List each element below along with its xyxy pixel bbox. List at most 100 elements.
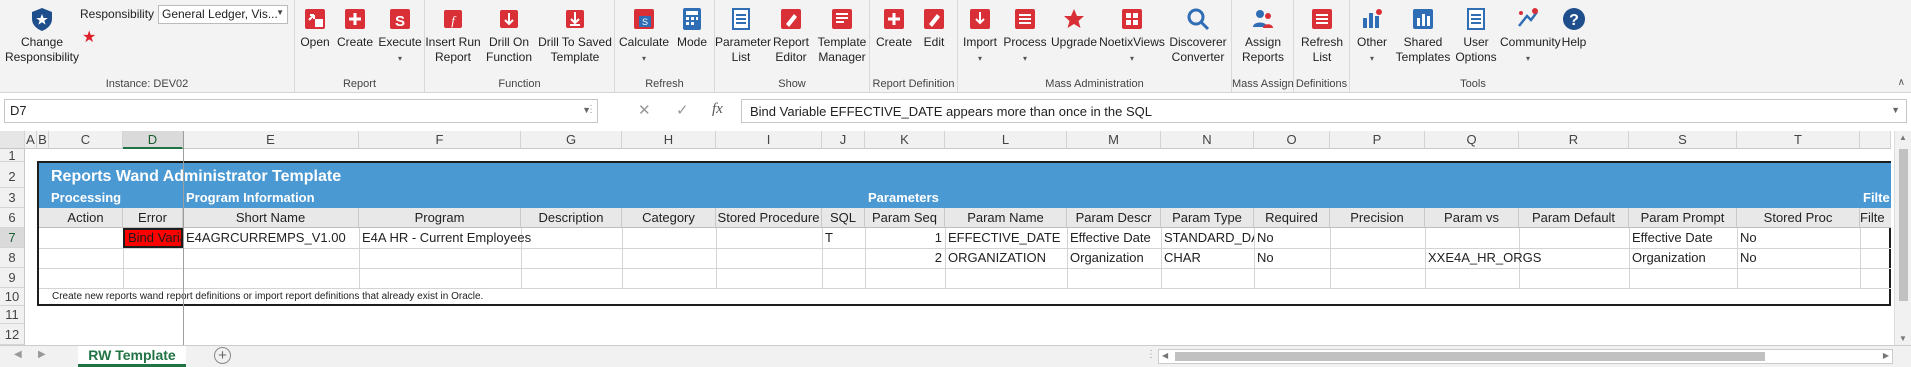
cell-param-type-7[interactable]: STANDARD_DAT [1161, 228, 1254, 247]
worksheet-grid[interactable]: A B C D E F G H I J K L M N O P Q R S T … [0, 131, 1911, 345]
noetixviews-button[interactable]: NoetixViews ▾ [1098, 6, 1166, 66]
cell-sql-7[interactable]: T [822, 228, 865, 247]
column-header-m[interactable]: M [1067, 131, 1161, 149]
row-header-1[interactable]: 1 [0, 149, 25, 162]
row-header-2[interactable]: 2 [0, 162, 25, 188]
column-header-k[interactable]: K [865, 131, 945, 149]
scroll-down-icon[interactable]: ▼ [1899, 334, 1907, 343]
cell-param-type-8[interactable]: CHAR [1161, 248, 1254, 267]
column-header-o[interactable]: O [1254, 131, 1330, 149]
upgrade-button[interactable]: Upgrade [1050, 6, 1098, 50]
tab-scroll-left-icon[interactable]: ◀ [14, 349, 22, 360]
name-box[interactable]: D7 ▼ [4, 99, 598, 123]
cell-param-prompt-7[interactable]: Effective Date [1629, 228, 1737, 247]
row-header-12[interactable]: 12 [0, 324, 25, 345]
column-header-l[interactable]: L [945, 131, 1067, 149]
vertical-scrollbar[interactable]: ▲ ▼ [1894, 131, 1911, 345]
cell-short-name-7[interactable]: E4AGRCURREMPS_V1.00 [183, 228, 359, 247]
discoverer-converter-button[interactable]: Discoverer Converter [1166, 6, 1230, 65]
cell-stored-proc-7[interactable]: No [1737, 228, 1860, 247]
formula-input[interactable]: Bind Variable EFFECTIVE_DATE appears mor… [741, 99, 1907, 123]
cell-param-prompt-8[interactable]: Organization [1629, 248, 1737, 267]
column-header-t[interactable]: T [1737, 131, 1860, 149]
column-header-p[interactable]: P [1330, 131, 1425, 149]
cell-program-7[interactable]: E4A HR - Current Employees [359, 228, 531, 247]
column-header-d[interactable]: D [123, 131, 183, 149]
cell-required-8[interactable]: No [1254, 248, 1330, 267]
scroll-up-icon[interactable]: ▲ [1899, 133, 1907, 142]
column-header-s[interactable]: S [1629, 131, 1737, 149]
column-header-n[interactable]: N [1161, 131, 1254, 149]
column-header-i[interactable]: I [716, 131, 822, 149]
open-button[interactable]: Open [297, 6, 333, 50]
scroll-left-icon[interactable]: ◀ [1162, 351, 1168, 360]
change-responsibility-button[interactable]: Change Responsibility [2, 6, 82, 65]
row-header-3[interactable]: 3 [0, 188, 25, 208]
cell-action-7[interactable] [49, 228, 123, 248]
column-header-u[interactable] [1860, 131, 1891, 149]
community-button[interactable]: Community ▾ [1500, 6, 1561, 66]
column-header-e[interactable]: E [183, 131, 359, 149]
vertical-scroll-thumb[interactable] [1899, 149, 1908, 301]
row-header-10[interactable]: 10 [0, 288, 25, 306]
user-options-button[interactable]: User Options [1454, 6, 1498, 65]
cell-param-seq-7[interactable]: 1 [865, 228, 945, 247]
edit-definition-button[interactable]: Edit [916, 6, 952, 50]
execute-button[interactable]: S Execute ▾ [377, 6, 423, 66]
help-button[interactable]: ? Help [1556, 6, 1592, 50]
cell-param-descr-8[interactable]: Organization [1067, 248, 1161, 267]
assign-reports-button[interactable]: Assign Reports [1234, 6, 1292, 65]
refresh-list-button[interactable]: Refresh List [1296, 6, 1348, 65]
parameter-list-button[interactable]: Parameter List [715, 6, 771, 65]
other-button[interactable]: Other ▾ [1352, 6, 1392, 66]
cancel-entry-icon[interactable]: ✕ [638, 101, 651, 119]
sheet-tabs-splitter-icon[interactable]: ⋮ [1146, 349, 1156, 360]
confirm-entry-icon[interactable]: ✓ [676, 101, 689, 119]
tab-rw-template[interactable]: RW Template [78, 346, 186, 367]
cell-param-descr-7[interactable]: Effective Date [1067, 228, 1161, 247]
insert-run-report-button[interactable]: f Insert Run Report [425, 6, 481, 65]
column-header-b[interactable]: B [37, 131, 49, 149]
cell-param-name-7[interactable]: EFFECTIVE_DATE [945, 228, 1067, 247]
responsibility-select[interactable]: General Ledger, Vis... ▼ [158, 5, 288, 24]
row-header-8[interactable]: 8 [0, 248, 25, 268]
cell-param-vs-8[interactable]: XXE4A_HR_ORGS [1425, 248, 1585, 267]
favorite-star-icon[interactable]: ★ [82, 27, 96, 47]
column-header-q[interactable]: Q [1425, 131, 1519, 149]
process-button[interactable]: Process ▾ [1002, 6, 1048, 66]
tab-scroll-right-icon[interactable]: ▶ [38, 349, 46, 360]
column-header-r[interactable]: R [1519, 131, 1629, 149]
row-header-6[interactable]: 6 [0, 208, 25, 228]
column-header-j[interactable]: J [822, 131, 865, 149]
scroll-right-icon[interactable]: ▶ [1883, 351, 1889, 360]
calculate-button[interactable]: S Calculate ▾ [617, 6, 671, 66]
create-definition-button[interactable]: Create [874, 6, 914, 50]
add-sheet-icon[interactable]: + [214, 347, 231, 364]
shared-templates-button[interactable]: Shared Templates [1394, 6, 1452, 65]
collapse-ribbon-icon[interactable]: ∧ [1898, 77, 1905, 88]
cell-error-7[interactable]: Bind Varia [123, 228, 183, 248]
drill-on-function-button[interactable]: Drill On Function [481, 6, 537, 65]
cell-param-name-8[interactable]: ORGANIZATION [945, 248, 1067, 267]
horizontal-scroll-thumb[interactable] [1175, 352, 1765, 361]
horizontal-scrollbar[interactable]: ◀ ▶ [1158, 349, 1893, 364]
row-header-9[interactable]: 9 [0, 268, 25, 288]
column-header-g[interactable]: G [521, 131, 622, 149]
column-header-h[interactable]: H [622, 131, 716, 149]
import-button[interactable]: Import ▾ [960, 6, 1000, 66]
report-editor-button[interactable]: Report Editor [767, 6, 815, 65]
column-header-a[interactable]: A [25, 131, 37, 149]
cell-required-7[interactable]: No [1254, 228, 1330, 247]
select-all-corner[interactable] [0, 131, 25, 149]
cell-param-seq-8[interactable]: 2 [865, 248, 945, 267]
row-header-7[interactable]: 7 [0, 228, 25, 248]
create-report-button[interactable]: Create [335, 6, 375, 50]
row-header-11[interactable]: 11 [0, 306, 25, 324]
insert-function-icon[interactable]: fx [712, 101, 723, 118]
column-header-f[interactable]: F [359, 131, 521, 149]
mode-button[interactable]: Mode [673, 6, 711, 50]
drill-to-saved-template-button[interactable]: Drill To Saved Template [537, 6, 613, 65]
template-manager-button[interactable]: Template Manager [815, 6, 869, 65]
column-header-c[interactable]: C [49, 131, 123, 149]
cell-stored-proc-8[interactable]: No [1737, 248, 1860, 267]
